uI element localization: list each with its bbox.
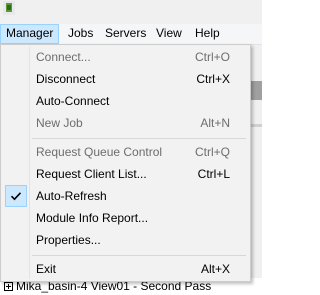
menu-item-shortcut: Ctrl+Q [194, 145, 230, 159]
menu-item-request-client-list[interactable]: Request Client List... Ctrl+L [3, 163, 248, 185]
menu-item-label: Connect... [36, 50, 91, 64]
menu-item-shortcut: Ctrl+L [197, 167, 230, 181]
menu-item-label: Auto-Connect [36, 94, 110, 108]
menu-item-shortcut: Ctrl+X [196, 72, 230, 86]
background-toolbar [250, 81, 262, 100]
menu-item-auto-refresh[interactable]: Auto-Refresh [3, 185, 248, 207]
menu-help[interactable]: Help [190, 24, 225, 44]
menu-separator [32, 138, 246, 139]
checkmark-icon [10, 192, 22, 201]
menu-item-label: Disconnect [36, 72, 96, 86]
menu-item-request-queue-control[interactable]: Request Queue Control Ctrl+Q [3, 141, 248, 163]
menu-item-shortcut: Ctrl+O [194, 50, 230, 64]
app-icon [3, 1, 15, 15]
menu-item-shortcut: Alt+X [200, 262, 230, 276]
menu-separator [32, 255, 246, 256]
menu-item-shortcut: Alt+N [200, 116, 230, 130]
menu-bar: Manager Jobs Servers View Help [0, 24, 262, 45]
menu-item-exit[interactable]: Exit Alt+X [3, 258, 248, 280]
menu-item-label: Request Client List... [36, 167, 147, 181]
menu-item-label: Request Queue Control [36, 145, 163, 159]
menu-view[interactable]: View [151, 24, 187, 44]
menu-item-auto-connect[interactable]: Auto-Connect [3, 90, 248, 112]
tree-expand-icon[interactable] [4, 282, 13, 291]
menu-manager[interactable]: Manager [0, 24, 60, 44]
menu-item-label: New Job [36, 116, 83, 130]
menu-item-disconnect[interactable]: Disconnect Ctrl+X [3, 68, 248, 90]
menu-jobs[interactable]: Jobs [63, 24, 98, 44]
menu-item-module-info-report[interactable]: Module Info Report... [3, 207, 248, 229]
menu-servers[interactable]: Servers [100, 24, 151, 44]
menu-item-label: Auto-Refresh [36, 189, 107, 203]
manager-dropdown-menu: Connect... Ctrl+O Disconnect Ctrl+X Auto… [0, 44, 251, 282]
menu-item-label: Module Info Report... [36, 211, 149, 225]
menu-item-new-job[interactable]: New Job Alt+N [3, 112, 248, 134]
check-indicator [5, 185, 27, 207]
menu-item-label: Properties... [36, 233, 101, 247]
menu-item-label: Exit [36, 262, 57, 276]
menu-item-connect[interactable]: Connect... Ctrl+O [3, 46, 248, 68]
background-divider [250, 124, 262, 127]
title-bar [0, 0, 262, 24]
menu-item-properties[interactable]: Properties... [3, 229, 248, 251]
